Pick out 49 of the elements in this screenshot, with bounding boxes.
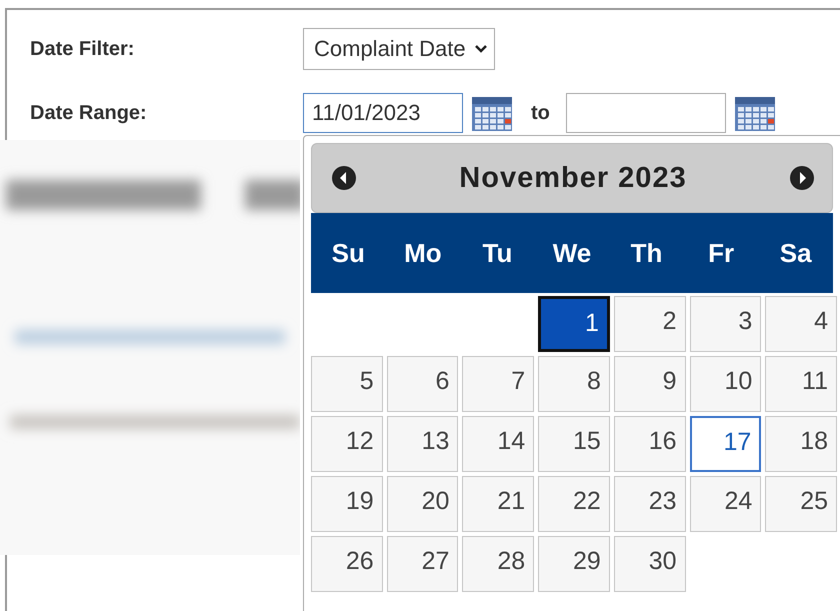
- previous-month-icon[interactable]: [332, 166, 356, 190]
- day-cell[interactable]: 1: [538, 296, 610, 352]
- month-title: November 2023: [459, 162, 687, 194]
- day-cell[interactable]: 3: [690, 296, 762, 352]
- day-cell[interactable]: 28: [462, 536, 534, 592]
- field-label: Date Filter:: [30, 38, 136, 60]
- day-cell[interactable]: 17: [690, 416, 762, 472]
- day-cell[interactable]: 12: [311, 416, 383, 472]
- day-cell[interactable]: 23: [614, 476, 686, 532]
- day-cell[interactable]: 25: [765, 476, 837, 532]
- range-joiner: to: [531, 102, 550, 124]
- day-cell[interactable]: 22: [538, 476, 610, 532]
- weekday-label: Mo: [403, 238, 443, 268]
- calendar-icon[interactable]: [471, 94, 513, 132]
- day-cell[interactable]: 5: [311, 356, 383, 412]
- weekday-label: Tu: [482, 238, 514, 268]
- next-month-icon[interactable]: [790, 166, 814, 190]
- day-cell[interactable]: 4: [765, 296, 837, 352]
- chevron-down-icon: [474, 44, 488, 54]
- day-cell[interactable]: 8: [538, 356, 610, 412]
- day-cell[interactable]: 29: [538, 536, 610, 592]
- weekday-label: Fr: [707, 238, 736, 268]
- day-cell[interactable]: 11: [765, 356, 837, 412]
- day-cell[interactable]: 7: [462, 356, 534, 412]
- day-cell[interactable]: 18: [765, 416, 837, 472]
- day-cell[interactable]: 16: [614, 416, 686, 472]
- day-cell[interactable]: 24: [690, 476, 762, 532]
- end-date-field[interactable]: [566, 93, 726, 133]
- day-cell[interactable]: 9: [614, 356, 686, 412]
- date-filter-select[interactable]: Complaint Date: [303, 28, 495, 70]
- day-cell[interactable]: 10: [690, 356, 762, 412]
- weekday-label: Th: [630, 238, 664, 268]
- day-cell[interactable]: 13: [386, 416, 458, 472]
- start-date-field[interactable]: 11/01/2023: [303, 93, 463, 133]
- weekday-label: Sa: [778, 238, 813, 268]
- day-cell[interactable]: 15: [538, 416, 610, 472]
- field-label: Date Range:: [30, 102, 148, 124]
- weekday-label: Su: [330, 238, 366, 268]
- day-cell[interactable]: 6: [386, 356, 458, 412]
- weekday-label: We: [552, 238, 592, 268]
- day-cell[interactable]: 2: [614, 296, 686, 352]
- day-cell[interactable]: 21: [462, 476, 534, 532]
- day-cell[interactable]: 14: [462, 416, 534, 472]
- day-cell[interactable]: 26: [311, 536, 383, 592]
- day-cell[interactable]: 30: [614, 536, 686, 592]
- day-cell[interactable]: 20: [386, 476, 458, 532]
- day-cell[interactable]: 19: [311, 476, 383, 532]
- day-cell[interactable]: 27: [386, 536, 458, 592]
- calendar-icon[interactable]: [734, 94, 776, 132]
